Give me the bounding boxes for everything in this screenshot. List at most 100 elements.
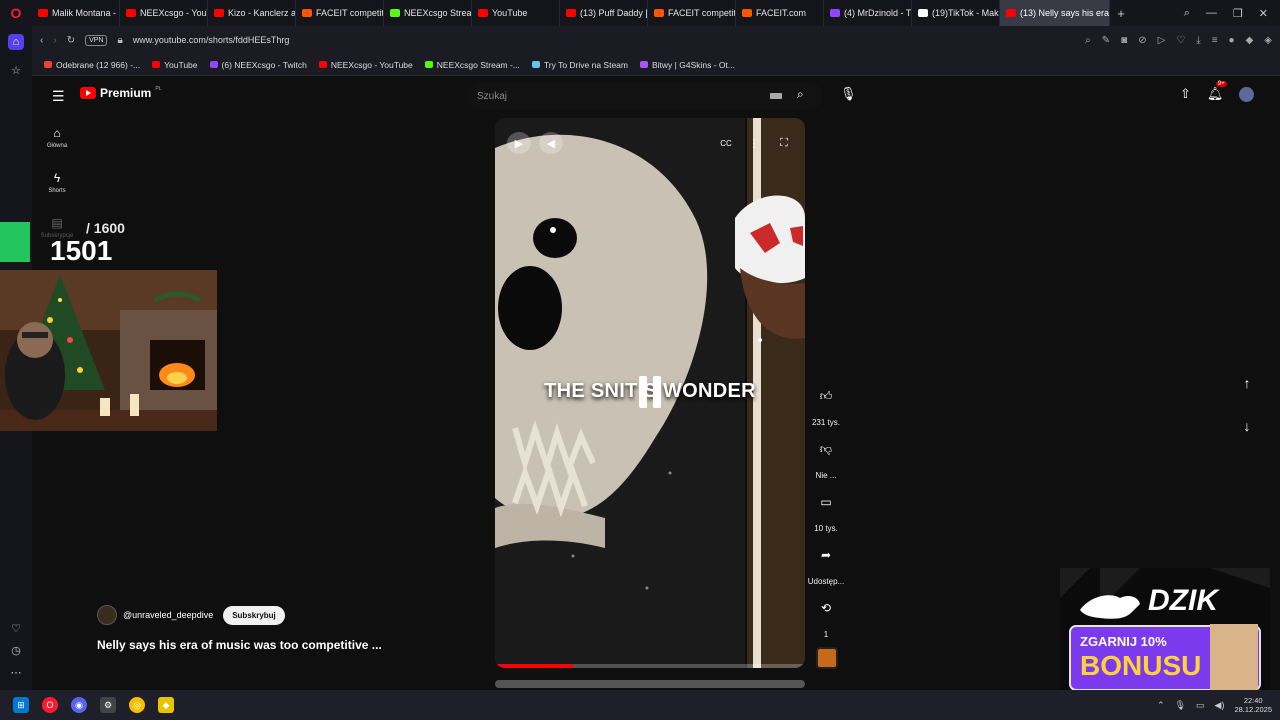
settings-icon[interactable]: ⚙ — [100, 697, 116, 713]
youtube-logo[interactable]: Premium PL — [80, 86, 161, 100]
bookmark-item[interactable]: (6) NEEXcsgo - Twitch — [209, 60, 307, 70]
bookmark-item[interactable]: Try To Drive na Steam — [531, 60, 628, 70]
browser-tab[interactable]: (13) Nelly says his era — [1000, 0, 1110, 26]
star-icon[interactable]: ☆ — [8, 62, 24, 78]
share-label: Udostęp... — [807, 577, 845, 586]
youtube-header: ☰ Premium PL Szukaj ⌕ 🎙︎ ⇧ 🔔︎ 9+ — [32, 76, 1280, 116]
play-icon[interactable]: ▷ — [1158, 35, 1166, 46]
app-icon[interactable]: ◆ — [158, 697, 174, 713]
captions-icon[interactable]: CC — [714, 132, 738, 154]
discord-icon[interactable]: ◉ — [71, 697, 87, 713]
search-icon[interactable]: ⌕ — [1085, 35, 1091, 46]
microphone-icon[interactable]: 🎙︎ — [840, 86, 857, 102]
more-icon[interactable]: ⋯ — [8, 664, 24, 680]
profile-icon[interactable]: ● — [1229, 35, 1235, 46]
short-title[interactable]: Nelly says his era of music was too comp… — [97, 638, 382, 652]
browser-tab[interactable]: YouTube — [472, 0, 560, 26]
progress-bar[interactable] — [495, 664, 805, 668]
edit-icon[interactable]: ✎ — [1102, 35, 1110, 46]
home-icon: ⌂ — [53, 126, 61, 140]
browser-tab[interactable]: FACEIT competitive — [296, 0, 384, 26]
ai-icon[interactable]: ◈ — [1264, 35, 1272, 46]
search-input[interactable]: Szukaj ⌕ — [467, 83, 822, 109]
tab-favicon-icon — [830, 9, 840, 17]
home-icon[interactable]: ⌂ — [8, 34, 24, 50]
tray-chevron-icon[interactable]: ⌃ — [1157, 700, 1165, 711]
like-button[interactable]: 👍︎ 231 tys. — [806, 385, 846, 430]
minimize-button[interactable]: — — [1206, 7, 1217, 20]
windows-start-icon[interactable]: ⊞ — [13, 697, 29, 713]
reload-icon[interactable]: ↻ — [67, 35, 75, 46]
volume-tray-icon[interactable]: ◀) — [1215, 700, 1225, 711]
audio-thumbnail[interactable] — [816, 647, 838, 669]
new-tab-button[interactable]: + — [1110, 6, 1132, 21]
heart-icon[interactable]: ♡ — [1176, 35, 1185, 46]
download-icon[interactable]: ⤓ — [1196, 35, 1200, 46]
microphone-tray-icon[interactable]: 🎙︎ — [1175, 700, 1186, 711]
comments-button[interactable]: ▭ 10 tys. — [806, 491, 846, 536]
bookmark-item[interactable]: Odebrane (12 966) -... — [44, 60, 140, 70]
chrome-icon[interactable]: ◎ — [129, 697, 145, 713]
browser-tab[interactable]: (4) MrDzinold - Tw — [824, 0, 912, 26]
adblock-icon[interactable]: ⊘ — [1138, 35, 1146, 46]
bookmarks-bar: Odebrane (12 966) -... YouTube (6) NEEXcsg… — [32, 54, 1280, 76]
subscribe-button[interactable]: Subskrybuj — [223, 605, 285, 625]
browser-tab[interactable]: NEEXcsgo - YouTub — [120, 0, 208, 26]
back-icon[interactable]: ‹ — [40, 35, 43, 46]
nav-item-shorts[interactable]: ϟ Shorts — [32, 171, 82, 194]
system-clock[interactable]: 22:40 28.12.2025 — [1234, 696, 1272, 714]
shorts-player[interactable]: ▶ ◀ CC ⋮ ⛶ THE SNIT S WONDER — [495, 118, 805, 668]
upload-icon[interactable]: ⇧ — [1180, 86, 1191, 102]
menu-icon[interactable]: ≡ — [1212, 35, 1218, 46]
search-tabs-icon[interactable]: ⌕ — [1184, 7, 1190, 20]
browser-tab-bar: O Malik Montana - Bi NEEXcsgo - YouTub Kiz… — [0, 0, 1280, 26]
bookmark-item[interactable]: YouTube — [152, 60, 198, 70]
close-window-button[interactable]: ✕ — [1259, 7, 1268, 20]
history-icon[interactable]: ◷ — [8, 642, 24, 658]
camera-icon[interactable]: ◙ — [1121, 35, 1127, 46]
browser-tab[interactable]: Malik Montana - Bi — [32, 0, 120, 26]
search-button[interactable]: ⌕ — [797, 87, 804, 102]
browser-tab[interactable]: FACEIT.com — [736, 0, 824, 26]
tab-label: YouTube — [492, 8, 528, 18]
volume-icon[interactable]: ◀ — [539, 132, 563, 154]
channel-avatar[interactable] — [97, 605, 117, 625]
browser-tab[interactable]: (13) Puff Daddy [fe — [560, 0, 648, 26]
horizontal-scrollbar[interactable] — [495, 680, 805, 688]
channel-name[interactable]: @unraveled_deepdive — [123, 610, 213, 620]
avatar[interactable] — [1239, 86, 1255, 102]
maximize-button[interactable]: ❐ — [1233, 7, 1243, 20]
previous-short-button[interactable]: ↑ — [1235, 371, 1259, 395]
bookmark-item[interactable]: NEEXcsgo Stream -... — [424, 60, 520, 70]
keyboard-icon[interactable] — [770, 93, 782, 99]
progress-fill — [495, 664, 573, 668]
youtube-play-icon — [80, 87, 96, 99]
hamburger-menu-icon[interactable]: ☰ — [52, 88, 65, 105]
browser-tab[interactable]: FACEIT competitive — [648, 0, 736, 26]
network-icon[interactable]: ▭ — [1196, 700, 1205, 711]
address-bar: ‹ › ↻ VPN 🔒︎ www.youtube.com/shorts/fddH… — [32, 26, 1280, 54]
remix-button[interactable]: ⟲ 1 — [806, 597, 846, 642]
vpn-badge[interactable]: VPN — [85, 34, 108, 46]
notifications-icon[interactable]: 🔔︎ 9+ — [1207, 81, 1227, 102]
tab-favicon-icon — [742, 9, 752, 17]
fullscreen-icon[interactable]: ⛶ — [772, 132, 796, 154]
extension-icon[interactable]: ◆ — [1246, 35, 1254, 46]
nav-item-home[interactable]: ⌂ Główna — [32, 126, 82, 149]
pause-icon[interactable] — [635, 376, 665, 410]
share-button[interactable]: ➦ Udostęp... — [806, 544, 846, 589]
browser-tab[interactable]: (19)TikTok - Make Y — [912, 0, 1000, 26]
opera-taskbar-icon[interactable]: O — [42, 697, 58, 713]
opera-logo-icon[interactable]: O — [0, 0, 32, 26]
favorite-icon[interactable]: ♡ — [8, 620, 24, 636]
dislike-button[interactable]: 👎︎ Nie ... — [806, 438, 846, 483]
url-field[interactable]: www.youtube.com/shorts/fddHEEsThrg — [133, 35, 290, 45]
bookmark-item[interactable]: Bitwy | G4Skins - Ot... — [640, 60, 735, 70]
next-short-button[interactable]: ↓ — [1235, 414, 1259, 438]
bookmark-item[interactable]: NEEXcsgo - YouTube — [318, 60, 413, 70]
browser-tab[interactable]: NEEXcsgo Stream — [384, 0, 472, 26]
more-options-icon[interactable]: ⋮ — [742, 132, 766, 154]
play-button[interactable]: ▶ — [507, 132, 531, 154]
browser-tab[interactable]: Kizo - Kanclerz ale — [208, 0, 296, 26]
forward-icon[interactable]: › — [53, 35, 56, 46]
